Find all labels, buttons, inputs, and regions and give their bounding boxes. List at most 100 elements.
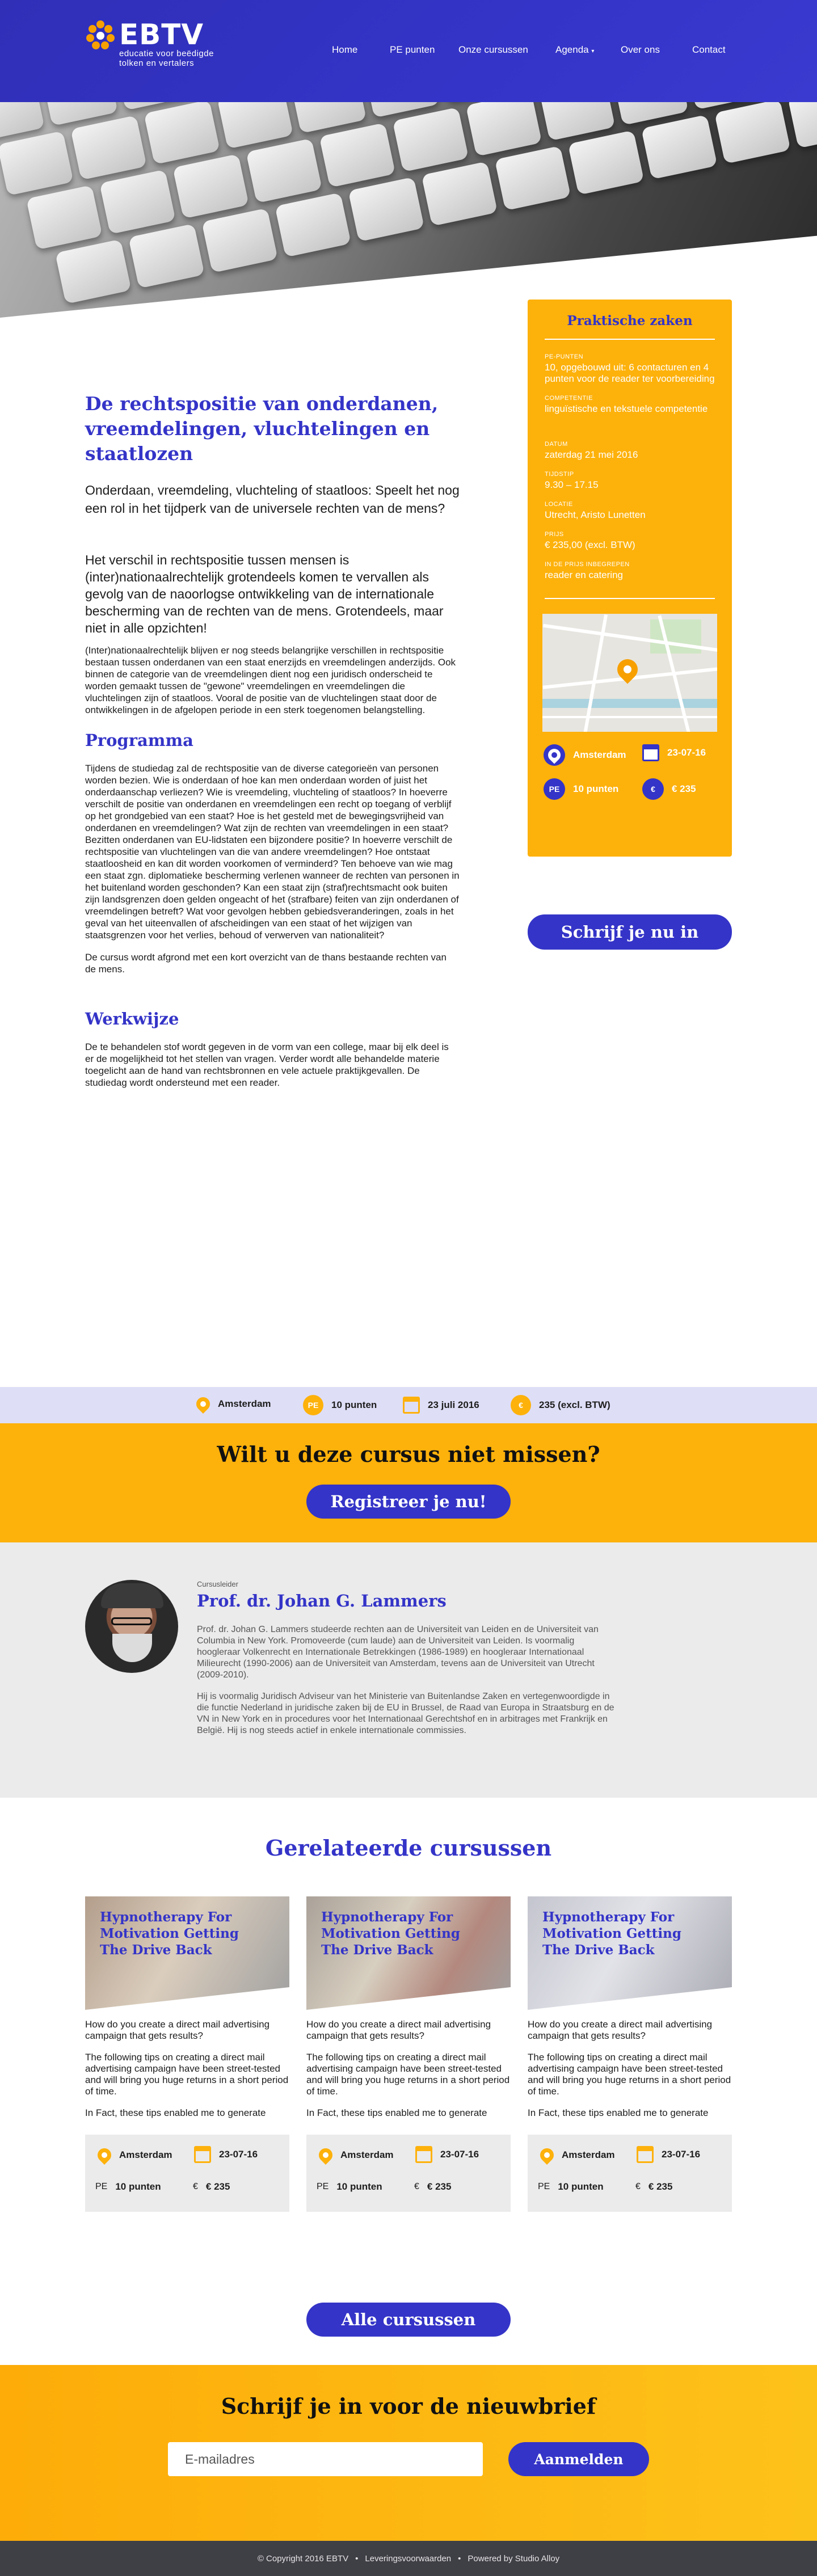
logo[interactable]: EBTV educatie voor beëdigde tolken en ve… — [85, 20, 214, 68]
terms-link[interactable]: Leveringsvoorwaarden — [365, 2554, 451, 2564]
practical-info-panel: Praktische zaken PE-PUNTEN 10, opgebouwd… — [528, 300, 732, 857]
fact-date: 23-07-16 — [667, 747, 706, 758]
fact-location: Amsterdam — [573, 749, 626, 761]
info-value: reader en catering — [545, 570, 715, 581]
strip-date: 23 juli 2016 — [428, 1399, 479, 1411]
register-cta: Wilt u deze cursus niet missen? Registre… — [0, 1423, 817, 1542]
keyboard-key — [787, 102, 817, 149]
course-card[interactable]: Hypnotherapy For Motivation Getting The … — [528, 1896, 732, 2259]
register-button[interactable]: Registreer je nu! — [306, 1485, 511, 1519]
euro-badge-icon: € — [511, 1395, 531, 1415]
nav-over-ons[interactable]: Over ons — [621, 44, 660, 56]
keyboard-key — [0, 131, 74, 196]
card-location: Amsterdam — [340, 2149, 394, 2161]
nav-agenda[interactable]: Agenda ▾ — [555, 44, 594, 56]
hero-image — [0, 102, 817, 318]
course-main: De rechtspositie van onderdanen, vreemde… — [0, 318, 817, 1387]
location-pin-icon — [95, 2145, 114, 2165]
pe-badge-icon: PE — [303, 1395, 323, 1415]
lecturer-section: Cursusleider Prof. dr. Johan G. Lammers … — [0, 1542, 817, 1798]
fact-points: 10 punten — [573, 783, 618, 795]
separator: • — [458, 2554, 461, 2564]
bio-paragraph: Hij is voormalig Juridisch Adviseur van … — [197, 1691, 617, 1736]
all-courses-button[interactable]: Alle cursussen — [306, 2303, 511, 2337]
card-facts: Amsterdam 23-07-16 PE10 punten €€ 235 — [306, 2135, 511, 2212]
card-location: Amsterdam — [119, 2149, 172, 2161]
course-card[interactable]: Hypnotherapy For Motivation Getting The … — [306, 1896, 511, 2259]
keyboard-key — [393, 107, 469, 172]
keyboard-key — [246, 138, 322, 204]
nav-home[interactable]: Home — [332, 44, 357, 56]
pe-badge-icon: PE — [317, 2182, 329, 2192]
location-pin-icon — [544, 744, 565, 766]
logo-tagline: educatie voor beëdigde — [119, 49, 214, 58]
enroll-button[interactable]: Schrijf je nu in — [528, 914, 732, 950]
info-label: TIJDSTIP — [545, 471, 715, 478]
logo-tagline: tolken en vertalers — [119, 58, 214, 68]
pe-badge-icon: PE — [544, 778, 565, 800]
keyboard-key — [144, 102, 220, 165]
euro-badge-icon: € — [414, 2182, 419, 2192]
nav-contact[interactable]: Contact — [692, 44, 726, 56]
copyright-text: © Copyright 2016 EBTV — [258, 2554, 348, 2564]
card-title[interactable]: Hypnotherapy For Motivation Getting The … — [100, 1909, 270, 1958]
strip-location: Amsterdam — [218, 1398, 271, 1410]
card-location: Amsterdam — [562, 2149, 615, 2161]
info-label: DATUM — [545, 441, 715, 448]
card-more: In Fact, these tips enabled me to genera… — [85, 2107, 289, 2119]
calendar-icon — [642, 744, 659, 761]
card-image: Hypnotherapy For Motivation Getting The … — [85, 1896, 289, 2010]
calendar-icon — [415, 2146, 432, 2163]
card-points: 10 punten — [336, 2181, 382, 2193]
panel-title: Praktische zaken — [528, 313, 732, 328]
course-subtitle: Onderdaan, vreemdeling, vluchteling of s… — [85, 481, 460, 517]
euro-badge-icon: € — [642, 778, 664, 800]
pe-badge-icon: PE — [538, 2182, 550, 2192]
lecturer-role: Cursusleider — [197, 1580, 238, 1588]
keyboard-key — [422, 161, 498, 226]
programma-text: Tijdens de studiedag zal de rechtspositi… — [85, 762, 460, 941]
keyboard-key — [55, 239, 132, 304]
cta-heading: Wilt u deze cursus niet missen? — [0, 1423, 817, 1467]
keyboard-key — [319, 123, 396, 188]
programma-text-2: De cursus wordt afgrond met een kort ove… — [85, 951, 460, 975]
location-pin-icon — [537, 2145, 557, 2165]
separator: • — [355, 2554, 358, 2564]
keyboard-key — [466, 102, 542, 157]
nav-pe-punten[interactable]: PE punten — [390, 44, 435, 56]
related-courses: Gerelateerde cursussen Hypnotherapy For … — [0, 1798, 817, 2365]
werkwijze-heading: Werkwijze — [85, 1009, 460, 1028]
card-date: 23-07-16 — [440, 2149, 479, 2160]
pe-badge-icon: PE — [95, 2182, 107, 2192]
subscribe-button[interactable]: Aanmelden — [508, 2442, 649, 2476]
keyboard-key — [714, 102, 791, 164]
card-date: 23-07-16 — [219, 2149, 258, 2160]
keyboard-key — [201, 208, 278, 273]
card-points: 10 punten — [558, 2181, 603, 2193]
course-lead: Het verschil in rechtspositie tussen men… — [85, 551, 460, 636]
card-image: Hypnotherapy For Motivation Getting The … — [306, 1896, 511, 2010]
email-field[interactable]: E-mailadres — [168, 2442, 483, 2476]
quick-facts: Amsterdam 23-07-16 PE 10 punten € € 235 — [528, 732, 732, 800]
keyboard-key — [99, 170, 176, 235]
card-points: 10 punten — [115, 2181, 161, 2193]
card-title[interactable]: Hypnotherapy For Motivation Getting The … — [542, 1909, 713, 1958]
location-pin-icon — [193, 1394, 213, 1414]
keyboard-key — [128, 224, 205, 289]
lecturer-name: Prof. dr. Johan G. Lammers — [197, 1591, 447, 1610]
info-value: Utrecht, Aristo Lunetten — [545, 509, 715, 521]
location-map[interactable] — [542, 614, 717, 732]
info-value: linguïstische en tekstuele competentie — [545, 403, 715, 415]
strip-points: 10 punten — [331, 1399, 377, 1411]
info-label: PE-PUNTEN — [545, 353, 715, 360]
bio-paragraph: Prof. dr. Johan G. Lammers studeerde rec… — [197, 1624, 617, 1681]
card-title[interactable]: Hypnotherapy For Motivation Getting The … — [321, 1909, 491, 1958]
werkwijze-text: De te behandelen stof wordt gegeven in d… — [85, 1041, 460, 1089]
keyboard-key — [275, 192, 351, 258]
keyboard-key — [348, 177, 425, 242]
nav-onze-cursussen[interactable]: Onze cursussen — [458, 44, 528, 56]
course-card[interactable]: Hypnotherapy For Motivation Getting The … — [85, 1896, 289, 2259]
powered-by-link[interactable]: Powered by Studio Alloy — [468, 2554, 559, 2564]
location-pin-icon — [316, 2145, 335, 2165]
euro-badge-icon: € — [193, 2182, 198, 2192]
